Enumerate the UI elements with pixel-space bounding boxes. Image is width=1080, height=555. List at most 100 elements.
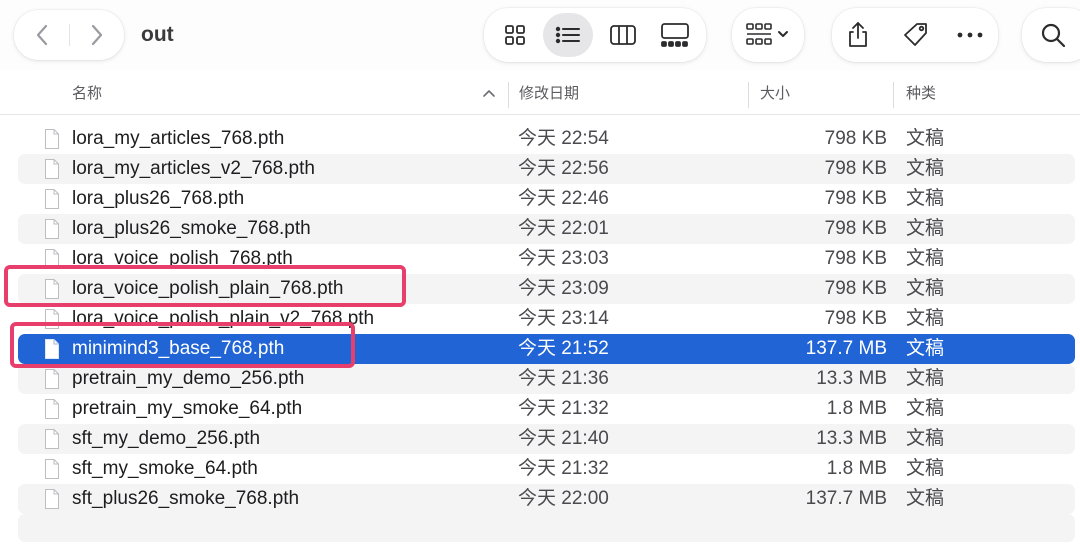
share-button[interactable] bbox=[832, 8, 884, 62]
group-by-button[interactable] bbox=[732, 8, 804, 62]
file-date: 今天 21:32 bbox=[518, 458, 609, 479]
file-size: 13.3 MB bbox=[816, 428, 887, 449]
file-row[interactable]: pretrain_my_demo_256.pth 今天 21:36 13.3 M… bbox=[18, 364, 1075, 394]
file-date: 今天 21:52 bbox=[518, 338, 609, 359]
ellipsis-icon bbox=[957, 31, 983, 39]
file-row[interactable]: sft_plus26_smoke_768.pth 今天 22:00 137.7 … bbox=[18, 484, 1075, 514]
file-kind: 文稿 bbox=[906, 158, 945, 179]
file-size: 137.7 MB bbox=[805, 488, 887, 509]
column-date-header[interactable]: 修改日期 bbox=[519, 84, 579, 104]
column-name-header[interactable]: 名称 bbox=[72, 84, 102, 104]
list-view-button[interactable] bbox=[543, 13, 593, 57]
file-name: pretrain_my_demo_256.pth bbox=[72, 368, 305, 389]
empty-row bbox=[18, 514, 1075, 542]
tag-icon bbox=[902, 21, 930, 49]
tag-button[interactable] bbox=[890, 8, 942, 62]
file-size: 798 KB bbox=[824, 218, 887, 239]
file-size: 798 KB bbox=[824, 188, 887, 209]
document-icon bbox=[44, 158, 60, 180]
file-name: sft_my_demo_256.pth bbox=[72, 428, 261, 449]
file-size: 1.8 MB bbox=[826, 458, 887, 479]
file-size: 798 KB bbox=[824, 158, 887, 179]
annotation-box bbox=[4, 265, 406, 307]
file-name: lora_my_articles_v2_768.pth bbox=[72, 158, 315, 179]
file-name: lora_plus26_768.pth bbox=[72, 188, 245, 209]
file-name: lora_plus26_smoke_768.pth bbox=[72, 218, 311, 239]
file-size: 13.3 MB bbox=[816, 368, 887, 389]
file-date: 今天 22:00 bbox=[518, 488, 609, 509]
file-row[interactable]: lora_my_articles_768.pth 今天 22:54 798 KB… bbox=[18, 124, 1075, 154]
document-icon bbox=[44, 188, 60, 210]
file-row[interactable]: pretrain_my_smoke_64.pth 今天 21:32 1.8 MB… bbox=[18, 394, 1075, 424]
file-size: 798 KB bbox=[824, 248, 887, 269]
file-kind: 文稿 bbox=[906, 488, 945, 509]
document-icon bbox=[44, 458, 60, 480]
list-icon bbox=[554, 23, 582, 47]
file-row[interactable]: sft_my_smoke_64.pth 今天 21:32 1.8 MB 文稿 bbox=[18, 454, 1075, 484]
file-kind: 文稿 bbox=[906, 188, 945, 209]
file-date: 今天 21:32 bbox=[518, 398, 609, 419]
group-by-icon bbox=[745, 22, 791, 48]
file-date: 今天 22:54 bbox=[518, 128, 609, 149]
toolbar: out bbox=[0, 0, 1080, 70]
file-row[interactable]: lora_plus26_768.pth 今天 22:46 798 KB 文稿 bbox=[18, 184, 1075, 214]
file-date: 今天 23:03 bbox=[518, 248, 609, 269]
chevron-right-icon bbox=[89, 23, 105, 47]
file-size: 798 KB bbox=[824, 128, 887, 149]
annotation-box bbox=[10, 322, 355, 368]
gallery-icon bbox=[660, 22, 690, 48]
document-icon bbox=[44, 488, 60, 510]
file-date: 今天 23:09 bbox=[518, 278, 609, 299]
sort-ascending-icon[interactable] bbox=[482, 87, 496, 101]
file-date: 今天 22:46 bbox=[518, 188, 609, 209]
view-switcher bbox=[484, 8, 706, 62]
file-kind: 文稿 bbox=[906, 398, 945, 419]
more-button[interactable] bbox=[944, 8, 996, 62]
file-date: 今天 22:56 bbox=[518, 158, 609, 179]
column-kind-header[interactable]: 种类 bbox=[906, 84, 936, 104]
document-icon bbox=[44, 128, 60, 150]
column-header: 名称 修改日期 大小 种类 bbox=[0, 76, 1080, 115]
document-icon bbox=[44, 218, 60, 240]
gallery-view-button[interactable] bbox=[650, 13, 700, 57]
file-kind: 文稿 bbox=[906, 248, 945, 269]
column-size-header[interactable]: 大小 bbox=[760, 84, 790, 104]
file-kind: 文稿 bbox=[906, 308, 945, 329]
document-icon bbox=[44, 368, 60, 390]
file-date: 今天 23:14 bbox=[518, 308, 609, 329]
grid-icon bbox=[503, 23, 527, 47]
file-size: 1.8 MB bbox=[826, 398, 887, 419]
file-size: 798 KB bbox=[824, 278, 887, 299]
column-divider[interactable] bbox=[748, 82, 749, 108]
file-name: lora_my_articles_768.pth bbox=[72, 128, 285, 149]
chevron-left-icon bbox=[34, 23, 50, 47]
file-name: sft_plus26_smoke_768.pth bbox=[72, 488, 300, 509]
file-kind: 文稿 bbox=[906, 128, 945, 149]
forward-button[interactable] bbox=[69, 10, 124, 60]
file-kind: 文稿 bbox=[906, 368, 945, 389]
icon-view-button[interactable] bbox=[490, 13, 540, 57]
file-kind: 文稿 bbox=[906, 428, 945, 449]
column-divider[interactable] bbox=[508, 82, 509, 108]
document-icon bbox=[44, 428, 60, 450]
column-view-button[interactable] bbox=[598, 13, 648, 57]
file-row[interactable]: sft_my_demo_256.pth 今天 21:40 13.3 MB 文稿 bbox=[18, 424, 1075, 454]
file-date: 今天 21:40 bbox=[518, 428, 609, 449]
file-row[interactable]: lora_my_articles_v2_768.pth 今天 22:56 798… bbox=[18, 154, 1075, 184]
file-kind: 文稿 bbox=[906, 338, 945, 359]
file-kind: 文稿 bbox=[906, 458, 945, 479]
file-name: sft_my_smoke_64.pth bbox=[72, 458, 258, 479]
column-divider[interactable] bbox=[893, 82, 894, 108]
file-date: 今天 22:01 bbox=[518, 218, 609, 239]
back-button[interactable] bbox=[14, 10, 69, 60]
search-button[interactable] bbox=[1022, 8, 1080, 62]
file-size: 137.7 MB bbox=[805, 338, 887, 359]
file-date: 今天 21:36 bbox=[518, 368, 609, 389]
search-icon bbox=[1040, 22, 1066, 48]
file-kind: 文稿 bbox=[906, 218, 945, 239]
file-kind: 文稿 bbox=[906, 278, 945, 299]
navigation-group bbox=[14, 10, 124, 60]
file-row[interactable]: lora_plus26_smoke_768.pth 今天 22:01 798 K… bbox=[18, 214, 1075, 244]
share-icon bbox=[846, 21, 870, 49]
file-name: pretrain_my_smoke_64.pth bbox=[72, 398, 303, 419]
